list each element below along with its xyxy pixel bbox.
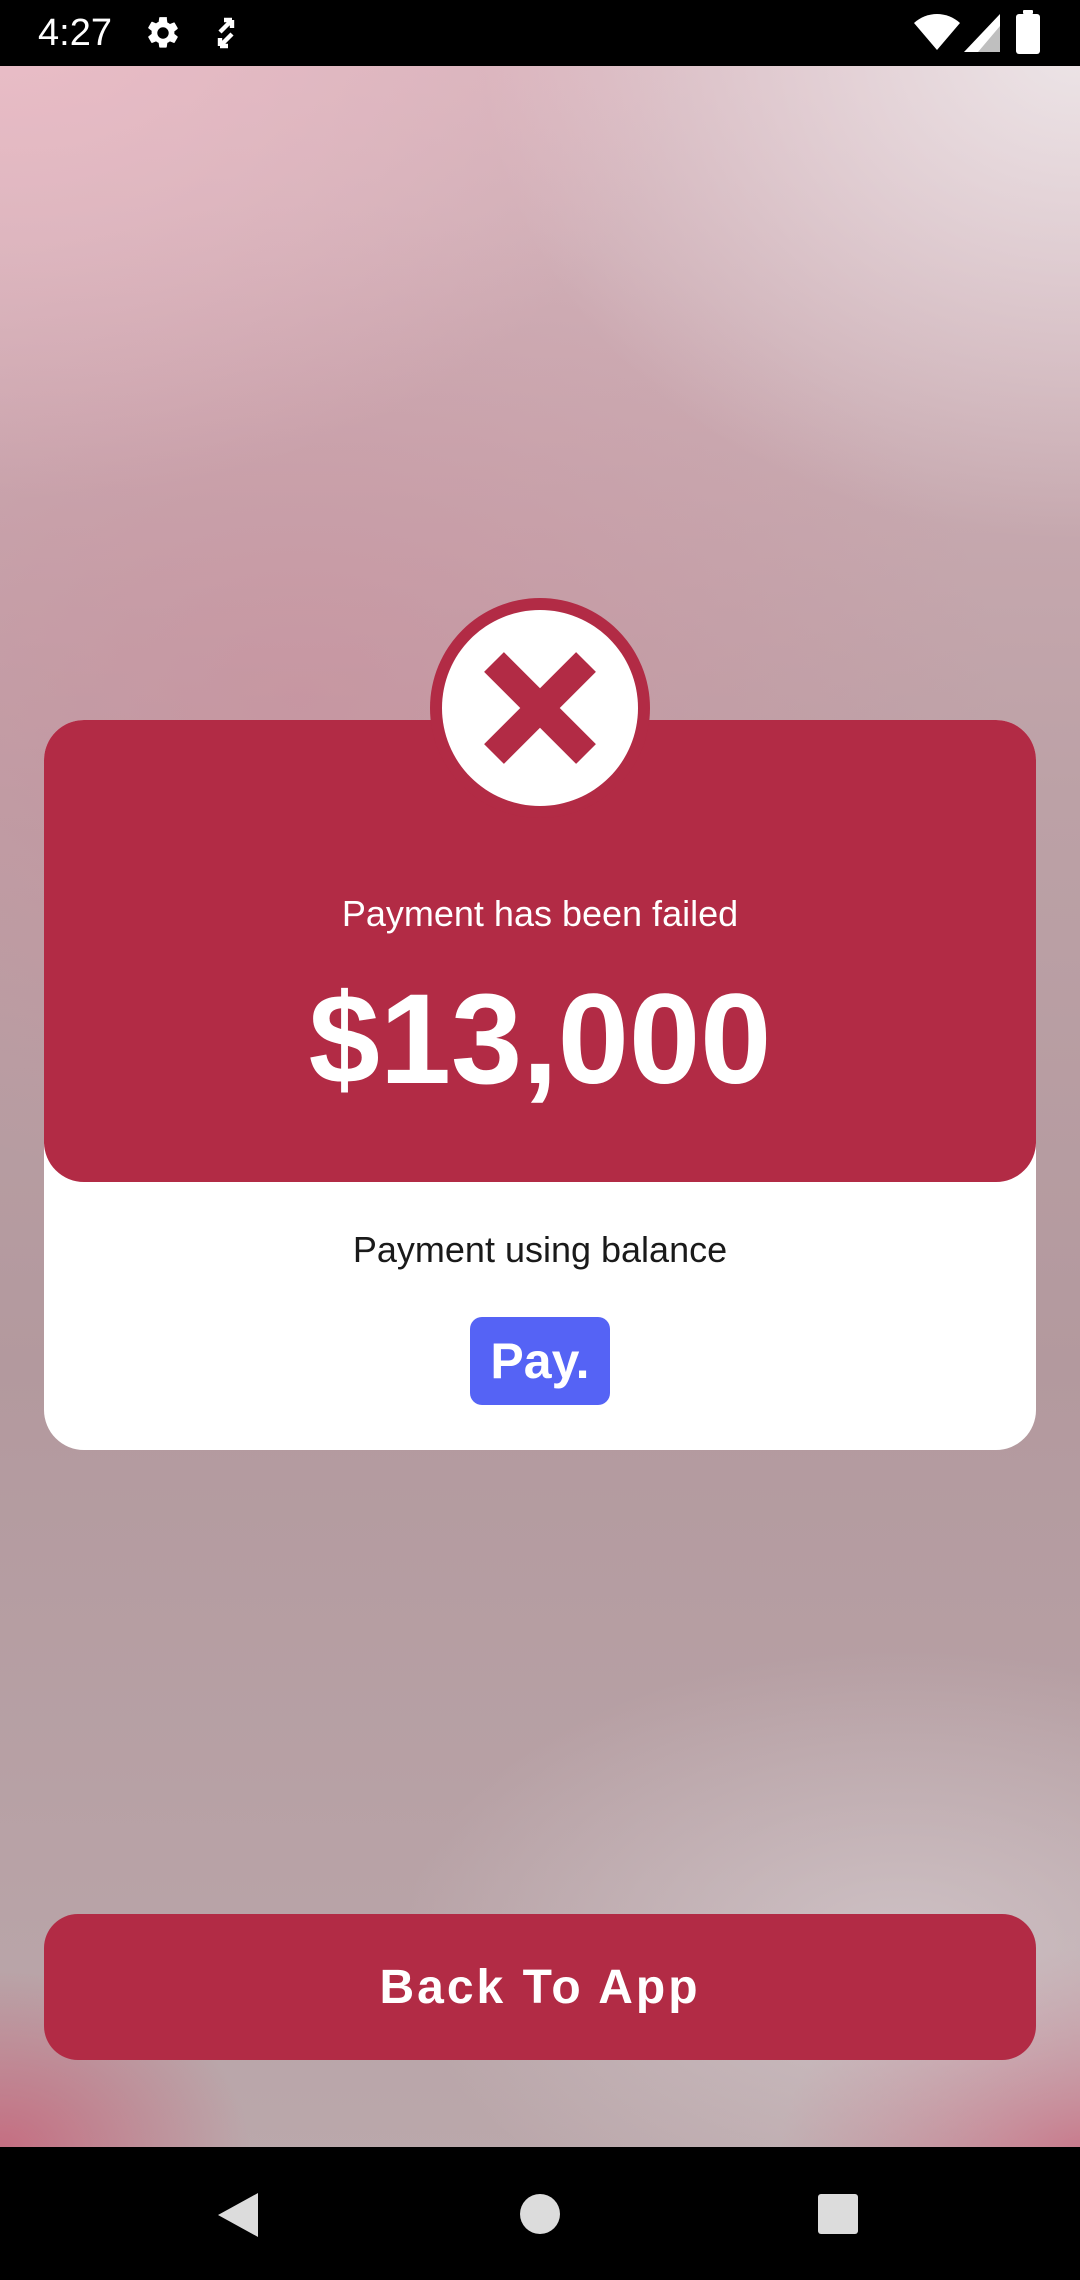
- payment-result-card: Payment has been failed $13,000 Payment …: [44, 720, 1036, 1450]
- recents-icon[interactable]: [817, 2193, 859, 2235]
- screen-rotate-icon: [217, 17, 235, 49]
- wifi-icon: [914, 14, 960, 50]
- home-icon[interactable]: [519, 2193, 561, 2235]
- failure-badge: [430, 598, 650, 818]
- cell-signal-icon: [964, 14, 1000, 52]
- payment-status-message: Payment has been failed: [341, 893, 739, 934]
- back-to-app-button[interactable]: Back To App: [44, 1914, 1036, 2060]
- pay-logo: Pay.: [470, 1317, 610, 1405]
- battery-icon: [1016, 10, 1040, 54]
- navigation-bar: [0, 2147, 1080, 2280]
- payment-amount: $13,000: [308, 968, 772, 1111]
- close-icon: [484, 652, 596, 764]
- gear-icon: [148, 17, 178, 48]
- payment-method-label: Payment using balance: [352, 1229, 728, 1270]
- status-bar: 4:27: [0, 0, 1080, 66]
- payment-failed-screen: 4:27 Payment has been failed $13,000 Pay…: [0, 0, 1080, 2280]
- failure-badge-inner: [442, 610, 638, 806]
- status-time: 4:27: [38, 12, 112, 54]
- back-icon[interactable]: [216, 2191, 260, 2239]
